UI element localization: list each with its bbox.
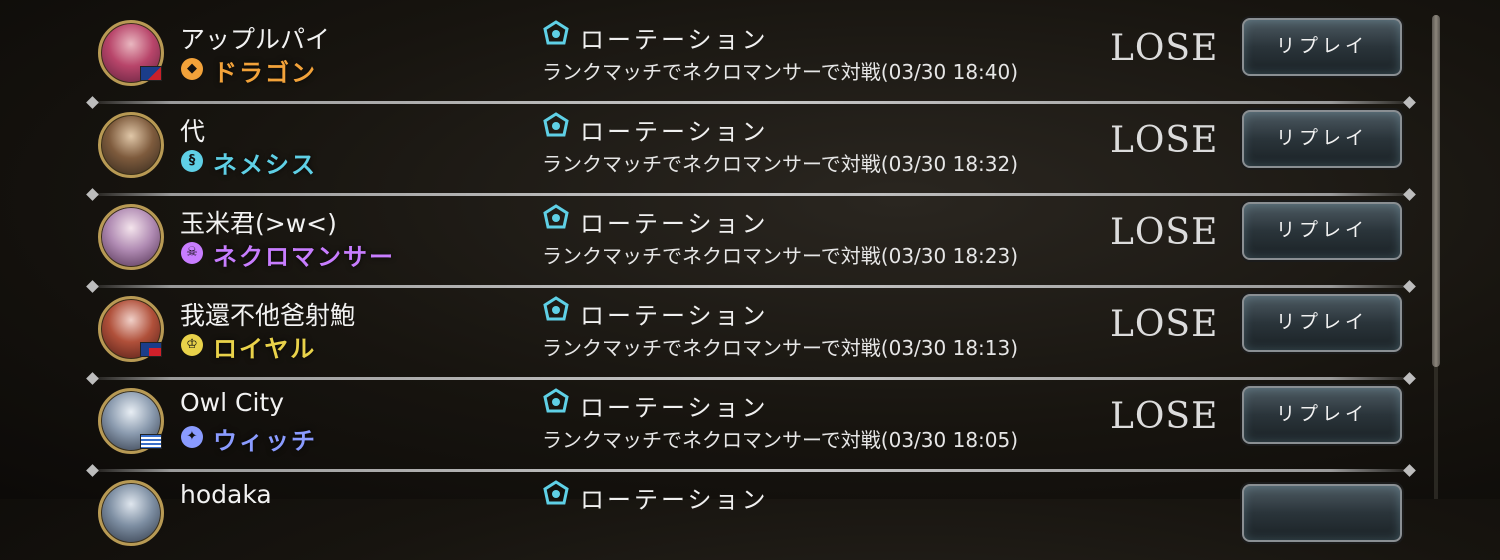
replay-button[interactable]: リプレイ bbox=[1242, 386, 1402, 444]
royal-class-icon: ♔ bbox=[181, 334, 203, 356]
player-name: hodaka bbox=[180, 480, 272, 509]
rotation-mode-icon bbox=[543, 204, 569, 229]
match-result: LOSE bbox=[1110, 396, 1219, 437]
rotation-mode-icon bbox=[543, 20, 569, 45]
match-row: 我還不他爸射鮑 ♔ ロイヤル ローテーション ランクマッチでネクロマンサーで対戦… bbox=[80, 284, 1420, 380]
player-name: アップルパイ bbox=[180, 25, 331, 54]
witch-class-icon: ✦ bbox=[181, 426, 203, 448]
match-description: ランクマッチでネクロマンサーで対戦(03/30 18:23) bbox=[542, 244, 1019, 268]
player-name: 代 bbox=[180, 117, 206, 146]
rotation-mode-icon bbox=[543, 296, 569, 321]
mode-label: ローテーション bbox=[580, 394, 769, 422]
replay-button[interactable]: リプレイ bbox=[1242, 110, 1402, 168]
player-avatar[interactable] bbox=[98, 204, 164, 270]
match-result: LOSE bbox=[1110, 212, 1219, 253]
rotation-mode-icon bbox=[543, 388, 569, 413]
flag-icon bbox=[140, 434, 162, 449]
match-result: LOSE bbox=[1110, 28, 1219, 69]
mode-label: ローテーション bbox=[580, 302, 769, 330]
nemesis-class-icon: § bbox=[181, 150, 203, 172]
player-name: 玉米君(>w<) bbox=[180, 209, 337, 238]
replay-button[interactable]: リプレイ bbox=[1242, 202, 1402, 260]
match-description: ランクマッチでネクロマンサーで対戦(03/30 18:13) bbox=[542, 336, 1019, 360]
match-description: ランクマッチでネクロマンサーで対戦(03/30 18:05) bbox=[542, 428, 1019, 452]
player-avatar[interactable] bbox=[98, 112, 164, 178]
class-name: ウィッチ bbox=[213, 427, 317, 455]
match-description: ランクマッチでネクロマンサーで対戦(03/30 18:32) bbox=[542, 152, 1019, 176]
mode-label: ローテーション bbox=[580, 210, 769, 238]
class-name: ネメシス bbox=[213, 151, 317, 179]
mode-label: ローテーション bbox=[580, 486, 769, 514]
class-name: ロイヤル bbox=[213, 335, 317, 363]
replay-button[interactable]: リプレイ bbox=[1242, 18, 1402, 76]
flag-icon bbox=[140, 342, 162, 357]
flag-icon bbox=[140, 66, 162, 81]
player-name: 我還不他爸射鮑 bbox=[180, 301, 356, 330]
class-name: ドラゴン bbox=[213, 59, 317, 87]
player-avatar[interactable] bbox=[98, 480, 164, 546]
replay-button[interactable] bbox=[1242, 484, 1402, 542]
rotation-mode-icon bbox=[543, 480, 569, 505]
match-description: ランクマッチでネクロマンサーで対戦(03/30 18:40) bbox=[542, 60, 1019, 84]
mode-label: ローテーション bbox=[580, 118, 769, 146]
mode-label: ローテーション bbox=[580, 26, 769, 54]
necromancer-class-icon: ☠ bbox=[181, 242, 203, 264]
dragon-class-icon: ◆ bbox=[181, 58, 203, 80]
match-result: LOSE bbox=[1110, 120, 1219, 161]
match-history-list: アップルパイ ◆ ドラゴン ローテーション ランクマッチでネクロマンサーで対戦(… bbox=[0, 0, 1500, 546]
player-name: Owl City bbox=[180, 388, 285, 417]
match-row: 代 § ネメシス ローテーション ランクマッチでネクロマンサーで対戦(03/30… bbox=[80, 100, 1420, 196]
match-result: LOSE bbox=[1110, 304, 1219, 345]
match-row: 玉米君(>w<) ☠ ネクロマンサー ローテーション ランクマッチでネクロマンサ… bbox=[80, 192, 1420, 288]
match-row: Owl City ✦ ウィッチ ローテーション ランクマッチでネクロマンサーで対… bbox=[80, 376, 1420, 472]
match-row: アップルパイ ◆ ドラゴン ローテーション ランクマッチでネクロマンサーで対戦(… bbox=[80, 8, 1420, 104]
rotation-mode-icon bbox=[543, 112, 569, 137]
match-row: hodaka ローテーション bbox=[80, 468, 1420, 560]
class-name: ネクロマンサー bbox=[213, 243, 395, 271]
replay-button[interactable]: リプレイ bbox=[1242, 294, 1402, 352]
